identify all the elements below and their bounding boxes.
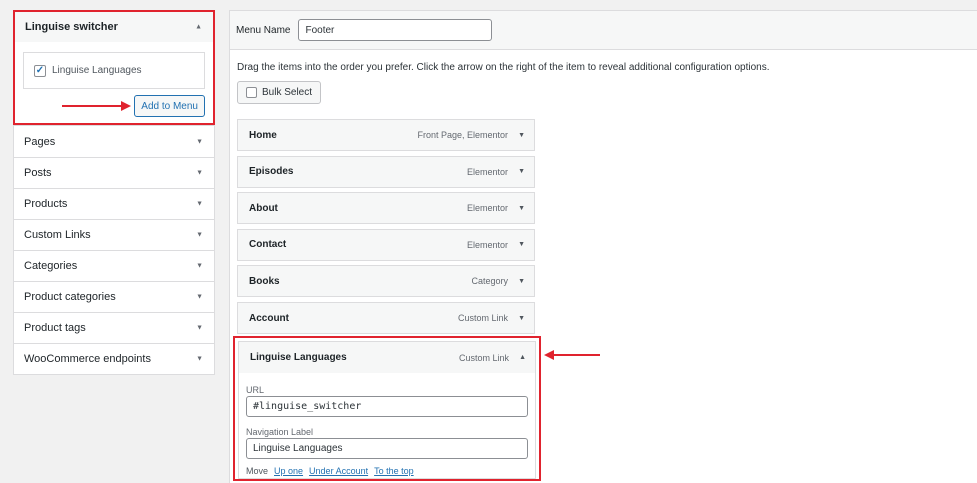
accordion-label: Custom Links bbox=[24, 229, 91, 241]
bulk-select-checkbox[interactable] bbox=[246, 87, 257, 98]
menu-item-episodes[interactable]: Episodes Elementor ▼ bbox=[237, 155, 535, 188]
accordion-label: WooCommerce endpoints bbox=[24, 353, 151, 365]
menu-item-type: Elementor bbox=[466, 203, 508, 214]
menu-item-type: Custom Link bbox=[457, 313, 508, 323]
drag-instructions: Drag the items into the order you prefer… bbox=[237, 62, 770, 73]
chevron-down-icon[interactable]: ▼ bbox=[518, 315, 525, 322]
chevron-down-icon[interactable]: ▼ bbox=[518, 132, 525, 139]
accordion-label: Product tags bbox=[24, 322, 86, 334]
accordion-label: Products bbox=[24, 198, 68, 210]
chevron-down-icon[interactable]: ▼ bbox=[196, 138, 203, 145]
checkbox-label: Linguise Languages bbox=[52, 65, 142, 76]
url-label: URL bbox=[246, 385, 265, 395]
menu-item-type: Category bbox=[471, 276, 508, 287]
linguise-switcher-section: Linguise switcher ▲ ✓ Linguise Languages… bbox=[13, 10, 215, 125]
chevron-up-icon[interactable]: ▲ bbox=[195, 24, 202, 31]
menu-item-type: Elementor bbox=[466, 166, 508, 177]
chevron-down-icon[interactable]: ▼ bbox=[196, 294, 203, 301]
menu-item-type: Elementor bbox=[466, 239, 508, 250]
menu-item-contact[interactable]: Contact Elementor ▼ bbox=[237, 228, 535, 261]
move-up-one-link[interactable]: Up one bbox=[274, 466, 303, 476]
menu-sources-accordion: Pages ▼ Posts ▼ Products ▼ Custom Links ▼ Catego… bbox=[13, 125, 215, 375]
menu-item-title: Episodes bbox=[249, 166, 294, 178]
menu-item-account[interactable]: Account Custom Link ▼ bbox=[237, 302, 535, 334]
red-arrow-icon bbox=[62, 101, 131, 111]
chevron-down-icon[interactable]: ▼ bbox=[196, 263, 203, 270]
expanded-item-settings: URL #linguise_switcher Navigation Label … bbox=[238, 373, 536, 479]
menu-item-title: Home bbox=[249, 129, 277, 141]
accordion-posts[interactable]: Posts ▼ bbox=[14, 157, 214, 188]
navigation-label-label: Navigation Label bbox=[246, 427, 314, 437]
chevron-down-icon[interactable]: ▼ bbox=[518, 205, 525, 212]
accordion-label: Posts bbox=[24, 167, 52, 179]
menu-name-label: Menu Name bbox=[236, 24, 291, 36]
expanded-item-title: Linguise Languages bbox=[250, 352, 347, 363]
menu-item-type: Front Page, Elementor bbox=[417, 130, 508, 140]
red-arrow-icon bbox=[544, 350, 600, 360]
chevron-down-icon[interactable]: ▼ bbox=[196, 201, 203, 208]
bulk-select-label: Bulk Select bbox=[262, 87, 313, 98]
menu-header: Menu Name Footer bbox=[230, 11, 977, 50]
menu-name-input[interactable]: Footer bbox=[298, 19, 493, 41]
accordion-product-tags[interactable]: Product tags ▼ bbox=[14, 312, 214, 343]
url-value: #linguise_switcher bbox=[253, 401, 362, 412]
chevron-down-icon[interactable]: ▼ bbox=[196, 325, 203, 332]
linguise-switcher-header[interactable]: Linguise switcher ▲ bbox=[15, 12, 213, 42]
section-title: Linguise switcher bbox=[25, 21, 118, 33]
menu-item-books[interactable]: Books Category ▼ bbox=[237, 265, 535, 298]
chevron-down-icon[interactable]: ▼ bbox=[518, 168, 525, 175]
expanded-item-type: Custom Link bbox=[458, 352, 509, 363]
accordion-label: Product categories bbox=[24, 291, 116, 303]
accordion-label: Categories bbox=[24, 260, 78, 272]
move-to-top-link[interactable]: To the top bbox=[374, 466, 414, 476]
move-label: Move bbox=[246, 466, 269, 476]
accordion-woocommerce-endpoints[interactable]: WooCommerce endpoints ▼ bbox=[14, 343, 214, 374]
menu-item-title: Account bbox=[249, 312, 289, 324]
menu-item-title: Contact bbox=[249, 239, 287, 251]
accordion-products[interactable]: Products ▼ bbox=[14, 188, 214, 219]
chevron-down-icon[interactable]: ▼ bbox=[196, 356, 203, 363]
linguise-languages-checkbox[interactable]: ✓ bbox=[34, 64, 46, 77]
bulk-select-button[interactable]: Bulk Select bbox=[237, 81, 322, 104]
accordion-product-categories[interactable]: Product categories ▼ bbox=[14, 281, 214, 312]
chevron-down-icon[interactable]: ▼ bbox=[518, 278, 525, 285]
checkmark-icon: ✓ bbox=[35, 64, 45, 76]
menu-item-title: Books bbox=[249, 275, 280, 287]
menu-item-home[interactable]: Home Front Page, Elementor ▼ bbox=[237, 119, 535, 151]
chevron-down-icon[interactable]: ▼ bbox=[196, 232, 203, 239]
accordion-categories[interactable]: Categories ▼ bbox=[14, 250, 214, 281]
move-under-account-link[interactable]: Under Account bbox=[309, 466, 368, 476]
menu-items-panel: Linguise switcher ▲ ✓ Linguise Languages… bbox=[13, 10, 215, 375]
chevron-down-icon[interactable]: ▼ bbox=[518, 241, 525, 248]
chevron-down-icon[interactable]: ▼ bbox=[196, 170, 203, 177]
accordion-pages[interactable]: Pages ▼ bbox=[14, 126, 214, 157]
expanded-item-header[interactable]: Linguise Languages Custom Link ▲ bbox=[238, 341, 536, 373]
menu-item-about[interactable]: About Elementor ▼ bbox=[237, 192, 535, 225]
chevron-up-icon[interactable]: ▲ bbox=[519, 354, 526, 361]
menu-structure-panel: Menu Name Footer Drag the items into the… bbox=[229, 10, 977, 483]
expanded-menu-item: Linguise Languages Custom Link ▲ URL #li… bbox=[233, 336, 541, 481]
url-input[interactable]: #linguise_switcher bbox=[246, 396, 528, 417]
navigation-label-value: Linguise Languages bbox=[253, 443, 343, 454]
accordion-custom-links[interactable]: Custom Links ▼ bbox=[14, 219, 214, 250]
move-links: Move Up one Under Account To the top bbox=[246, 466, 414, 476]
linguise-checklist: ✓ Linguise Languages bbox=[23, 52, 205, 89]
navigation-label-input[interactable]: Linguise Languages bbox=[246, 438, 528, 459]
accordion-label: Pages bbox=[24, 135, 56, 148]
menu-name-value: Footer bbox=[305, 24, 335, 36]
add-to-menu-button[interactable]: Add to Menu bbox=[134, 95, 205, 117]
menu-item-title: About bbox=[249, 202, 278, 214]
